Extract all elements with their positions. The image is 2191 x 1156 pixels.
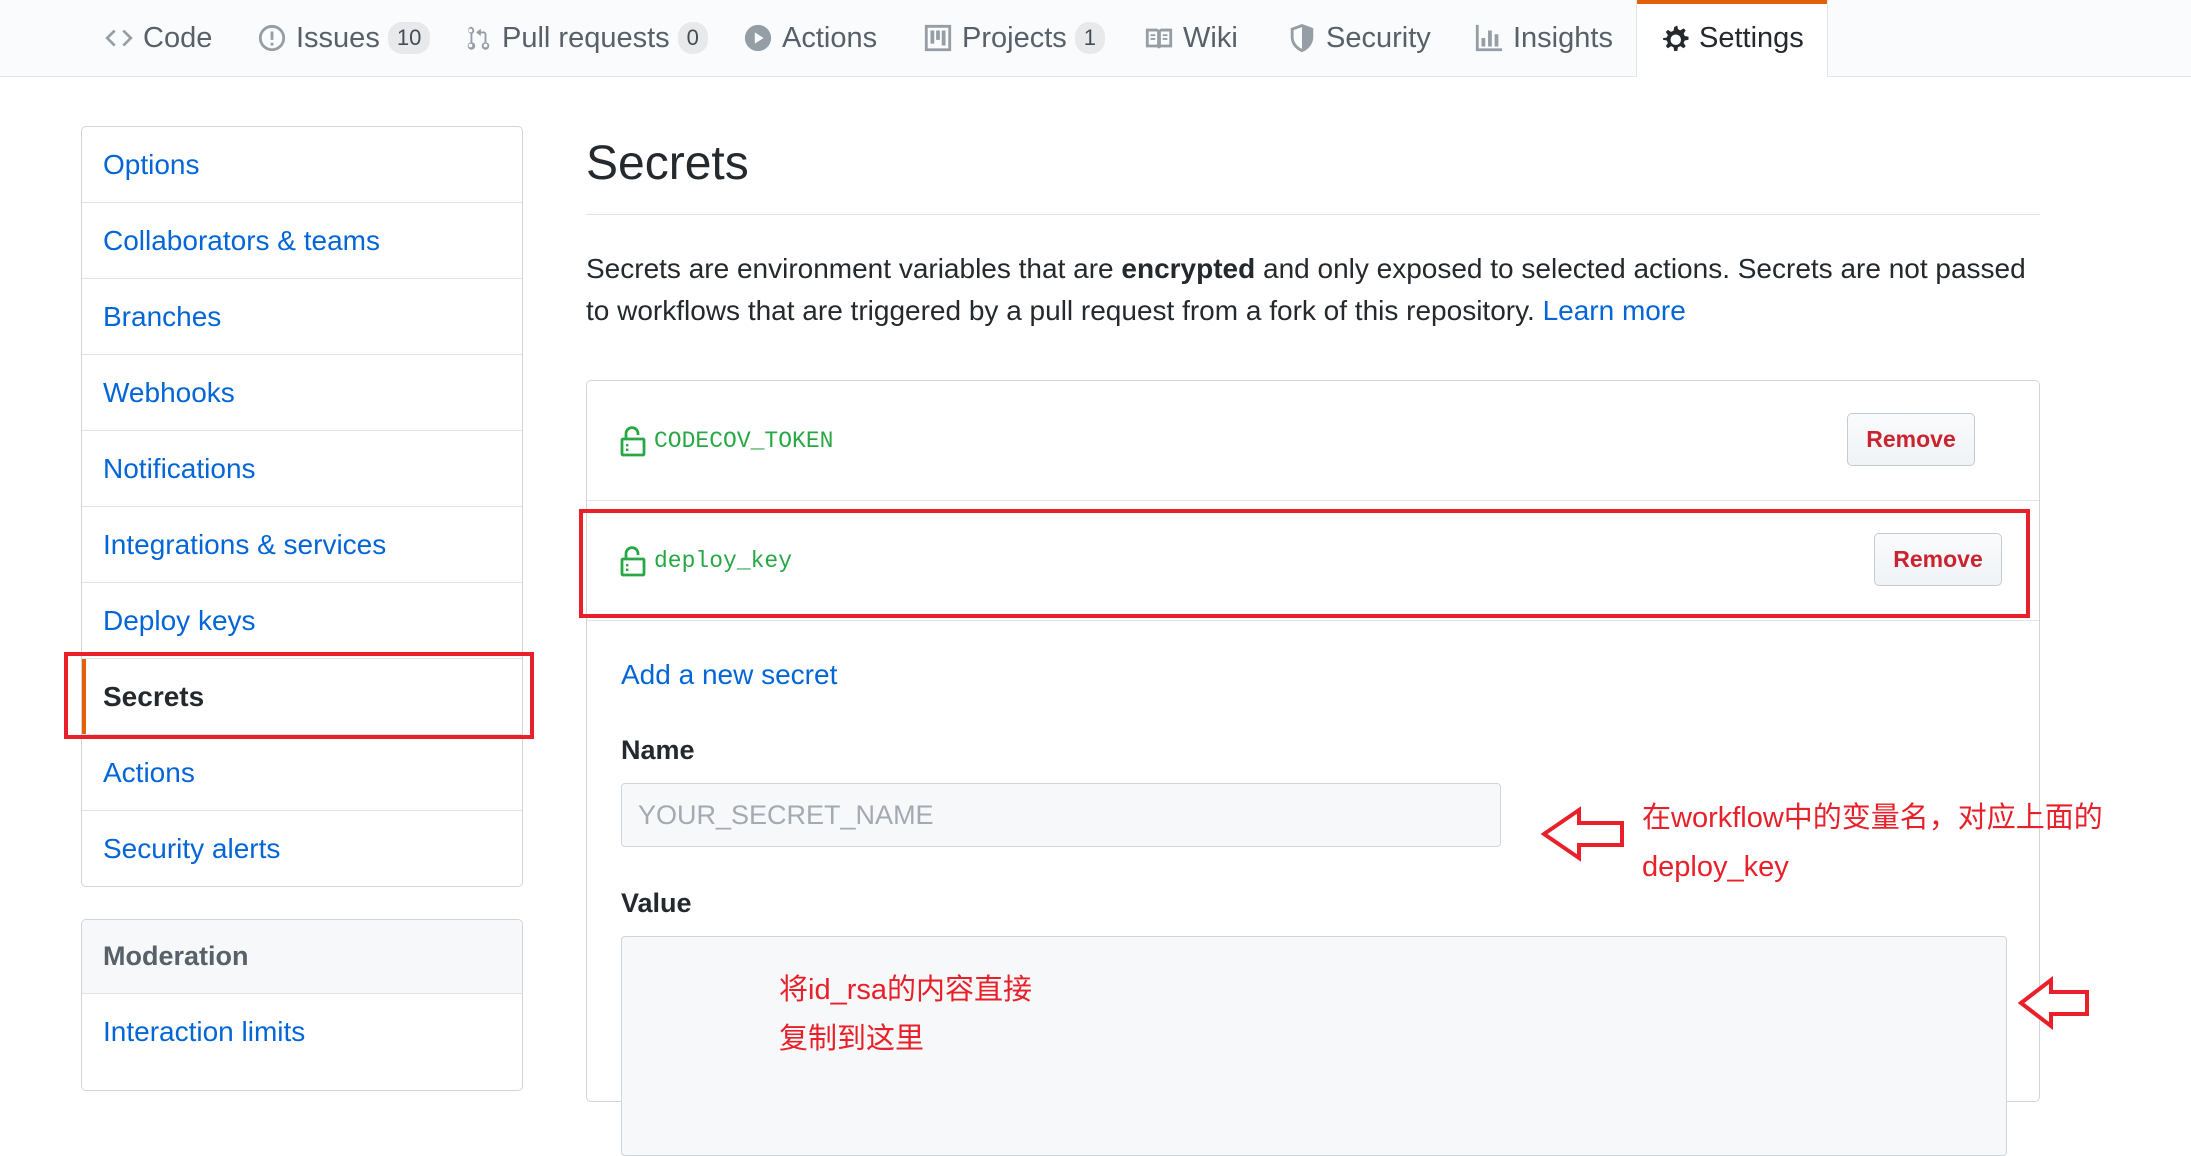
secrets-description: Secrets are environment variables that a…: [586, 248, 2056, 332]
secret-row-codecov-token: CODECOV_TOKEN Remove: [587, 381, 2039, 501]
annotation-left-arrow-icon: [2018, 976, 2089, 1030]
tab-actions[interactable]: Actions: [743, 0, 877, 76]
gear-icon: [1660, 24, 1690, 54]
settings-sidebar-menu: Options Collaborators & teams Branches W…: [81, 126, 523, 887]
value-label: Value: [621, 888, 692, 918]
tab-label: Wiki: [1183, 21, 1238, 54]
secret-name: CODECOV_TOKEN: [654, 427, 834, 454]
sidebar-item-integrations-services[interactable]: Integrations & services: [82, 507, 522, 583]
page-title: Secrets: [586, 137, 749, 190]
repo-nav-tabs: Code Issues 10 Pull requests 0 Actions P…: [0, 0, 2191, 77]
tab-issues[interactable]: Issues 10: [257, 0, 431, 76]
shield-icon: [1287, 23, 1317, 53]
tab-label: Insights: [1513, 21, 1613, 54]
pull-requests-count-badge: 0: [677, 22, 708, 54]
title-divider: [586, 214, 2040, 215]
name-label: Name: [621, 735, 695, 765]
unlock-icon: [620, 425, 646, 456]
annotation-text: deploy_key: [1642, 851, 1789, 883]
annotation-highlight-secrets-menu: [64, 652, 534, 739]
description-text: Secrets are environment variables that a…: [586, 253, 1122, 284]
description-bold: encrypted: [1121, 253, 1256, 284]
tab-wiki[interactable]: Wiki: [1144, 0, 1238, 76]
learn-more-link[interactable]: Learn more: [1543, 295, 1686, 326]
annotation-left-arrow-icon: [1541, 806, 1624, 862]
tab-insights[interactable]: Insights: [1474, 0, 1613, 76]
tab-label: Projects: [962, 21, 1067, 54]
tab-settings[interactable]: Settings: [1636, 0, 1828, 77]
issues-count-badge: 10: [387, 22, 431, 54]
sidebar-item-interaction-limits[interactable]: Interaction limits: [82, 994, 522, 1069]
annotation-text: 复制到这里: [779, 1023, 925, 1055]
projects-count-badge: 1: [1074, 22, 1106, 54]
tab-label: Issues: [296, 21, 380, 54]
tab-label: Code: [143, 21, 213, 54]
tab-label: Pull requests: [502, 21, 670, 54]
secret-name-input[interactable]: [621, 783, 1501, 847]
remove-secret-button[interactable]: Remove: [1847, 413, 1975, 466]
project-icon: [923, 23, 953, 53]
graph-icon: [1474, 23, 1504, 53]
sidebar-item-options[interactable]: Options: [82, 127, 522, 203]
moderation-sidebar-menu: Moderation Interaction limits: [81, 919, 523, 1091]
tab-projects[interactable]: Projects 1: [923, 0, 1106, 76]
tab-label: Security: [1326, 21, 1431, 54]
sidebar-item-webhooks[interactable]: Webhooks: [82, 355, 522, 431]
tab-label: Settings: [1699, 22, 1804, 54]
code-icon: [104, 23, 134, 53]
tab-label: Actions: [782, 21, 878, 54]
tab-security[interactable]: Security: [1287, 0, 1431, 76]
book-icon: [1144, 23, 1174, 53]
tab-code[interactable]: Code: [104, 0, 212, 76]
pull-request-icon: [463, 23, 493, 53]
sidebar-item-actions[interactable]: Actions: [82, 735, 522, 811]
sidebar-item-notifications[interactable]: Notifications: [82, 431, 522, 507]
annotation-value-note: 将id_rsa的内容直接 复制到这里: [779, 966, 1032, 1064]
add-new-secret-link[interactable]: Add a new secret: [621, 659, 837, 691]
annotation-text: 将id_rsa的内容直接: [779, 974, 1032, 1006]
sidebar-item-branches[interactable]: Branches: [82, 279, 522, 355]
sidebar-item-collaborators-teams[interactable]: Collaborators & teams: [82, 203, 522, 279]
annotation-highlight-deploy-key: [579, 509, 2030, 618]
sidebar-item-deploy-keys[interactable]: Deploy keys: [82, 583, 522, 659]
moderation-heading: Moderation: [82, 920, 522, 994]
sidebar-item-security-alerts[interactable]: Security alerts: [82, 811, 522, 886]
tab-pull-requests[interactable]: Pull requests 0: [463, 0, 708, 76]
issue-icon: [257, 23, 287, 53]
play-icon: [743, 23, 773, 53]
annotation-name-note: 在workflow中的变量名，对应上面的 deploy_key: [1642, 794, 2103, 892]
annotation-text: 在workflow中的变量名，对应上面的: [1642, 802, 2103, 834]
secret-item: CODECOV_TOKEN: [620, 425, 833, 457]
